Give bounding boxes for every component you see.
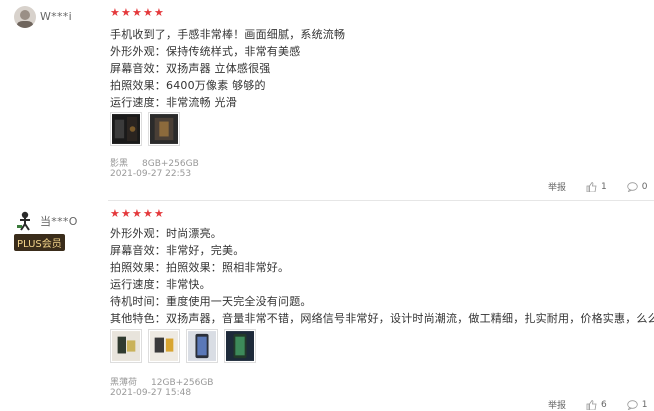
report-button[interactable]: 举报: [548, 398, 566, 411]
review-timestamp: 2021-09-27 22:53: [110, 169, 192, 179]
star-icon: ★: [121, 6, 131, 19]
username: 当***O: [40, 215, 78, 228]
rating-stars: ★ ★ ★ ★ ★: [110, 207, 164, 220]
star-icon: ★: [110, 207, 120, 220]
variant-color: 黑薄荷: [110, 378, 138, 388]
comment-button[interactable]: 0: [627, 181, 648, 192]
star-icon: ★: [110, 6, 120, 19]
review-timestamp: 2021-09-27 15:48: [110, 388, 192, 398]
review-photo-thumb[interactable]: [148, 329, 180, 363]
like-button[interactable]: 6: [586, 400, 607, 410]
review-text-line: 运行速度：非常流畅 光滑: [110, 96, 237, 109]
review-text-line: 其他特色：双扬声器，音量非常不错，网络信号非常好，设计时尚潮流，做工精细，扎实耐…: [110, 312, 654, 325]
variant-spec: 12GB+256GB: [151, 378, 214, 388]
avatar[interactable]: [14, 6, 36, 28]
star-icon: ★: [121, 207, 131, 220]
review-photo-thumb[interactable]: [110, 112, 142, 146]
thumbs-up-icon: [586, 181, 597, 192]
variant-info: 影黑 8GB+256GB: [110, 156, 199, 169]
review-text-line: 外形外观：保持传统样式，非常有美感: [110, 45, 301, 58]
rating-stars: ★ ★ ★ ★ ★: [110, 6, 164, 19]
star-icon: ★: [154, 207, 164, 220]
review-text-line: 屏幕音效：双扬声器 立体感很强: [110, 62, 271, 75]
avatar[interactable]: [14, 209, 36, 231]
like-button[interactable]: 1: [586, 182, 607, 192]
star-icon: ★: [132, 6, 142, 19]
star-icon: ★: [143, 207, 153, 220]
like-count: 6: [601, 399, 607, 410]
review-photo-thumb[interactable]: [148, 112, 180, 146]
review-text-line: 待机时间：重度使用一天完全没有问题。: [110, 295, 312, 308]
review-photos: [110, 112, 180, 146]
variant-spec: 8GB+256GB: [142, 159, 199, 169]
review-actions: 举报 6 1: [548, 398, 647, 411]
review-text-line: 手机收到了，手感非常棒！画面细腻，系统流畅: [110, 28, 346, 41]
review-text-line: 运行速度：非常快。: [110, 278, 211, 291]
thumbs-up-icon: [586, 399, 597, 410]
comment-count: 0: [641, 181, 648, 192]
review-actions: 举报 1 0: [548, 180, 648, 194]
comment-count: 1: [641, 399, 648, 410]
review-text-line: 外形外观：时尚漂亮。: [110, 227, 222, 240]
variant-color: 影黑: [110, 159, 129, 169]
review-text-line: 屏幕音效：非常好，完美。: [110, 244, 245, 257]
review-text-line: 拍照效果：6400万像素 够够的: [110, 79, 266, 92]
review-photo-thumb[interactable]: [224, 329, 256, 363]
username: W***i: [40, 10, 72, 23]
comment-bubble-icon: [627, 399, 638, 410]
like-count: 1: [601, 181, 607, 192]
star-icon: ★: [132, 207, 142, 220]
comment-bubble-icon: [627, 181, 638, 192]
variant-info: 黑薄荷 12GB+256GB: [110, 375, 213, 388]
review-text-line: 拍照效果：拍照效果：照相非常好。: [110, 261, 290, 274]
report-button[interactable]: 举报: [548, 180, 566, 193]
review-photos: [110, 329, 256, 363]
star-icon: ★: [143, 6, 153, 19]
review-photo-thumb[interactable]: [110, 329, 142, 363]
comment-button[interactable]: 1: [627, 399, 648, 410]
review-divider: [108, 200, 654, 201]
plus-member-badge: PLUS会员: [14, 234, 65, 251]
star-icon: ★: [154, 6, 164, 19]
review-photo-thumb[interactable]: [186, 329, 218, 363]
